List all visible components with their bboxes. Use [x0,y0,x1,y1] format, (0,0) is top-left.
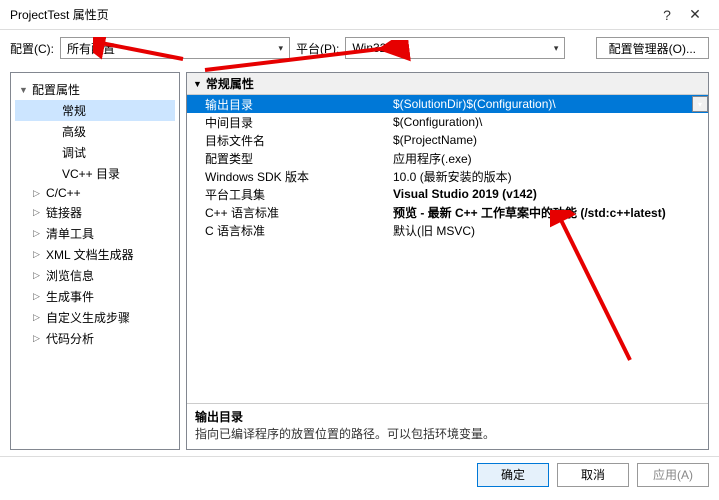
property-row[interactable]: 平台工具集Visual Studio 2019 (v142) [187,185,708,203]
config-manager-button[interactable]: 配置管理器(O)... [596,37,709,59]
tree-item[interactable]: 调试 [15,142,175,163]
config-combo[interactable]: 所有配置 ▾ [60,37,290,59]
tree-item-label: 配置属性 [32,81,80,98]
content-panel: ▼ 常规属性 输出目录$(SolutionDir)$(Configuration… [186,72,709,450]
dropdown-button[interactable]: ▾ [692,96,708,112]
config-label: 配置(C): [10,40,54,57]
title-bar: ProjectTest 属性页 ? ✕ [0,0,719,30]
property-label: 平台工具集 [187,186,387,203]
tree-item-label: 代码分析 [46,330,94,347]
tree-item[interactable]: 高级 [15,121,175,142]
tree-arrow-icon: ▷ [33,291,43,302]
property-label: 输出目录 [187,96,387,113]
close-button[interactable]: ✕ [681,6,709,23]
property-label: 配置类型 [187,150,387,167]
property-value[interactable]: $(SolutionDir)$(Configuration)\▾ [387,96,708,112]
tree-arrow-icon: ▷ [33,207,43,218]
toolbar: 配置(C): 所有配置 ▾ 平台(P): Win32 ▾ 配置管理器(O)... [0,30,719,66]
property-value[interactable]: $(ProjectName) [387,133,708,147]
platform-combo[interactable]: Win32 ▾ [345,37,565,59]
property-value[interactable]: 应用程序(.exe) [387,150,708,167]
ok-button[interactable]: 确定 [477,463,549,487]
platform-label: 平台(P): [296,40,339,57]
property-row[interactable]: Windows SDK 版本10.0 (最新安装的版本) [187,167,708,185]
property-label: Windows SDK 版本 [187,168,387,185]
tree-item-label: 高级 [62,123,86,140]
collapse-icon: ▼ [193,79,202,89]
footer: 确定 取消 应用(A) [0,456,719,492]
tree-item-label: 调试 [62,144,86,161]
property-value[interactable]: Visual Studio 2019 (v142) [387,187,708,201]
tree-arrow-icon: ▷ [33,249,43,260]
config-value: 所有配置 [67,40,278,57]
property-label: 目标文件名 [187,132,387,149]
property-row[interactable]: 目标文件名$(ProjectName) [187,131,708,149]
tree-item-label: 清单工具 [46,225,94,242]
tree-item[interactable]: ▷自定义生成步骤 [15,307,175,328]
description-text: 指向已编译程序的放置位置的路径。可以包括环境变量。 [195,425,700,442]
tree-item-label: 浏览信息 [46,267,94,284]
tree-arrow-icon: ▷ [33,188,43,199]
help-button[interactable]: ? [653,7,681,23]
tree-item[interactable]: ▷浏览信息 [15,265,175,286]
property-grid[interactable]: 输出目录$(SolutionDir)$(Configuration)\▾中间目录… [187,95,708,403]
tree-arrow-icon: ▼ [19,85,29,95]
property-label: 中间目录 [187,114,387,131]
property-row[interactable]: C 语言标准默认(旧 MSVC) [187,221,708,239]
property-row[interactable]: 中间目录$(Configuration)\ [187,113,708,131]
property-row[interactable]: 输出目录$(SolutionDir)$(Configuration)\▾ [187,95,708,113]
tree-item-label: VC++ 目录 [62,165,120,182]
description-pane: 输出目录 指向已编译程序的放置位置的路径。可以包括环境变量。 [187,403,708,449]
cancel-button[interactable]: 取消 [557,463,629,487]
tree-arrow-icon: ▷ [33,228,43,239]
tree-item[interactable]: ▷生成事件 [15,286,175,307]
tree-arrow-icon: ▷ [33,333,43,344]
tree-arrow-icon: ▷ [33,270,43,281]
tree-item-label: 生成事件 [46,288,94,305]
property-value[interactable]: 默认(旧 MSVC) [387,222,708,239]
tree-item[interactable]: ▷清单工具 [15,223,175,244]
tree-item-label: 常规 [62,102,86,119]
tree-item-label: 链接器 [46,204,82,221]
tree-item[interactable]: 常规 [15,100,175,121]
window-title: ProjectTest 属性页 [10,6,653,23]
property-label: C++ 语言标准 [187,204,387,221]
main-area: ▼配置属性常规高级调试VC++ 目录▷C/C++▷链接器▷清单工具▷XML 文档… [0,66,719,456]
tree-item[interactable]: ▷C/C++ [15,184,175,202]
property-row[interactable]: C++ 语言标准预览 - 最新 C++ 工作草案中的功能 (/std:c++la… [187,203,708,221]
platform-value: Win32 [352,41,553,55]
category-label: 常规属性 [206,75,254,92]
property-value[interactable]: 预览 - 最新 C++ 工作草案中的功能 (/std:c++latest) [387,204,708,221]
tree-item-label: XML 文档生成器 [46,246,134,263]
property-value[interactable]: 10.0 (最新安装的版本) [387,168,708,185]
tree-item[interactable]: ▷XML 文档生成器 [15,244,175,265]
tree-item[interactable]: ▷链接器 [15,202,175,223]
chevron-down-icon: ▾ [278,43,283,54]
chevron-down-icon: ▾ [554,43,559,54]
tree-arrow-icon: ▷ [33,312,43,323]
property-label: C 语言标准 [187,222,387,239]
apply-button[interactable]: 应用(A) [637,463,709,487]
description-title: 输出目录 [195,408,700,425]
tree-item-label: C/C++ [46,186,81,200]
grid-category-header[interactable]: ▼ 常规属性 [187,73,708,95]
tree-item[interactable]: ▼配置属性 [15,79,175,100]
tree-item-label: 自定义生成步骤 [46,309,130,326]
tree-item[interactable]: VC++ 目录 [15,163,175,184]
tree-item[interactable]: ▷代码分析 [15,328,175,349]
property-row[interactable]: 配置类型应用程序(.exe) [187,149,708,167]
tree-panel[interactable]: ▼配置属性常规高级调试VC++ 目录▷C/C++▷链接器▷清单工具▷XML 文档… [10,72,180,450]
property-value[interactable]: $(Configuration)\ [387,115,708,129]
